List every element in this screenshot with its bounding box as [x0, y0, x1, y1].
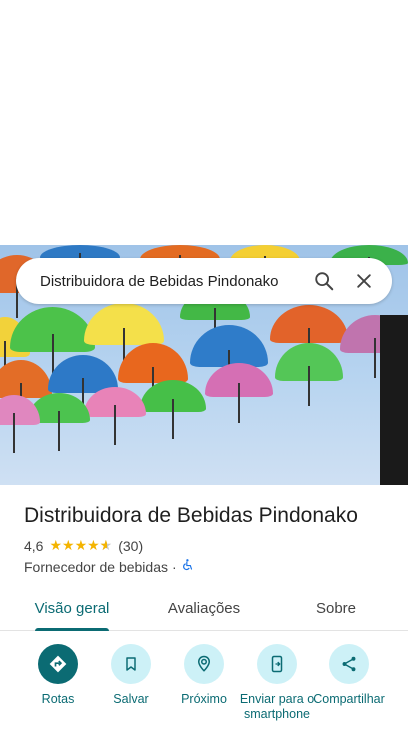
place-category: Fornecedor de bebidas	[24, 558, 168, 575]
bookmark-icon[interactable]	[111, 644, 151, 684]
category-row: Fornecedor de bebidas ·	[24, 558, 195, 575]
wheelchair-icon	[181, 558, 195, 575]
directions-label: Rotas	[41, 692, 75, 706]
share-icon[interactable]	[329, 644, 369, 684]
send-to-phone-label: Enviar para o smartphone	[239, 692, 315, 721]
search-bar[interactable]: Distribuidora de Bebidas Pindonako	[16, 258, 392, 304]
tab-bar: Visão geral Avaliações Sobre	[0, 586, 408, 631]
share-button[interactable]: Compartilhar	[309, 644, 389, 707]
close-icon[interactable]	[344, 261, 384, 301]
save-button[interactable]: Salvar	[91, 644, 171, 707]
review-count[interactable]: (30)	[118, 538, 143, 554]
star-icon: ★★★★★ ★	[49, 537, 113, 553]
place-title: Distribuidora de Bebidas Pindonako	[24, 504, 358, 527]
nearby-button[interactable]: Próximo	[164, 644, 244, 707]
share-label: Compartilhar	[313, 692, 385, 706]
tab-overview[interactable]: Visão geral	[26, 586, 118, 630]
tab-reviews[interactable]: Avaliações	[158, 586, 250, 630]
save-label: Salvar	[113, 692, 149, 706]
directions-icon[interactable]	[38, 644, 78, 684]
rating-row[interactable]: 4,6 ★★★★★ ★ (30)	[24, 537, 143, 554]
search-icon[interactable]	[304, 261, 344, 301]
rating-value: 4,6	[24, 537, 44, 554]
nearby-label: Próximo	[181, 692, 227, 706]
search-input[interactable]: Distribuidora de Bebidas Pindonako	[40, 273, 304, 290]
send-to-phone-button[interactable]: Enviar para o smartphone	[237, 644, 317, 722]
directions-button[interactable]: Rotas	[18, 644, 98, 707]
nearby-icon[interactable]	[184, 644, 224, 684]
tab-indicator	[35, 628, 109, 631]
tab-about[interactable]: Sobre	[290, 586, 382, 630]
send-to-phone-icon[interactable]	[257, 644, 297, 684]
separator: ·	[172, 558, 177, 575]
